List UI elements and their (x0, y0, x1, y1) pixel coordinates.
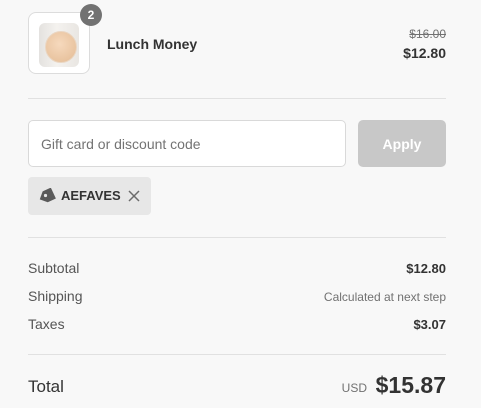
discount-code-label: AEFAVES (61, 188, 121, 203)
line-item: 2 Lunch Money $16.00 $12.80 (28, 4, 446, 76)
taxes-label: Taxes (28, 316, 65, 332)
shipping-label: Shipping (28, 288, 83, 304)
total-value: $15.87 (375, 372, 446, 398)
shipping-value: Calculated at next step (323, 290, 446, 304)
sale-price: $12.80 (403, 45, 446, 61)
original-price: $16.00 (409, 27, 446, 41)
product-image-compact (45, 31, 77, 63)
applied-discount-chip: AEFAVES (28, 177, 151, 215)
discount-code-input[interactable] (28, 120, 346, 167)
divider (28, 237, 446, 238)
product-thumbnail (28, 12, 90, 74)
tag-icon (39, 188, 56, 203)
taxes-value: $3.07 (413, 317, 446, 332)
close-icon[interactable] (127, 189, 141, 203)
currency-code: USD (341, 381, 367, 395)
total-label: Total (28, 377, 64, 396)
divider (28, 354, 446, 355)
quantity-badge: 2 (80, 4, 102, 26)
product-name: Lunch Money (107, 36, 198, 52)
apply-button[interactable]: Apply (358, 120, 446, 167)
subtotal-value: $12.80 (406, 261, 446, 276)
subtotal-label: Subtotal (28, 260, 80, 276)
divider (28, 98, 446, 99)
